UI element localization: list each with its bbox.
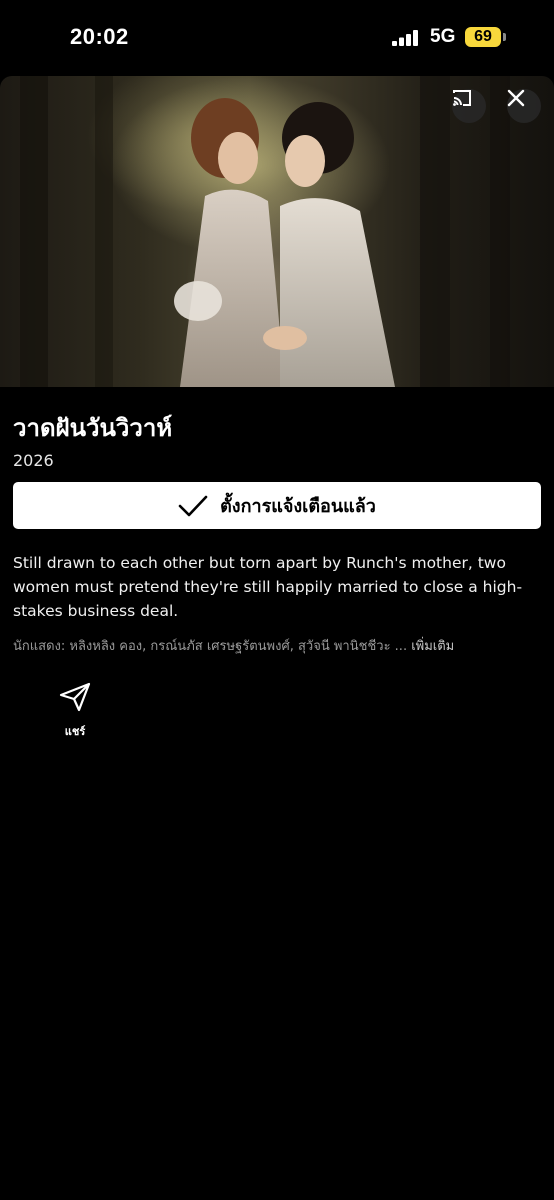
remind-me-label: ตั้งการแจ้งเตือนแล้ว xyxy=(220,496,376,517)
cellular-signal-icon xyxy=(392,30,418,46)
close-icon xyxy=(507,89,525,107)
hero-image xyxy=(0,76,554,387)
status-bar: 20:02 5G 69 xyxy=(0,0,554,76)
release-year: 2026 xyxy=(13,451,54,470)
status-time: 20:02 xyxy=(70,24,129,49)
cast-more-link[interactable]: เพิ่มเติม xyxy=(411,639,454,654)
cast-text: นักแสดง: หลิงหลิง คอง, กรณ์นภัส เศรษฐรัต… xyxy=(13,639,408,654)
share-label: แชร์ xyxy=(64,725,86,738)
cast-icon xyxy=(453,90,471,106)
checkmark-icon xyxy=(178,495,208,516)
synopsis: Still drawn to each other but torn apart… xyxy=(13,554,523,620)
remind-me-button[interactable]: ตั้งการแจ้งเตือนแล้ว xyxy=(13,482,541,529)
close-button[interactable] xyxy=(507,89,541,123)
show-title: วาดฝันวันวิวาห์ xyxy=(13,414,173,442)
send-icon xyxy=(59,682,91,712)
share-button[interactable]: แชร์ xyxy=(44,682,106,742)
cast-button[interactable] xyxy=(452,89,486,123)
battery-indicator: 69 xyxy=(465,27,501,47)
cast-list: นักแสดง: หลิงหลิง คอง, กรณ์นภัส เศรษฐรัต… xyxy=(13,635,543,656)
network-type: 5G xyxy=(430,26,456,47)
battery-tip xyxy=(503,33,506,41)
